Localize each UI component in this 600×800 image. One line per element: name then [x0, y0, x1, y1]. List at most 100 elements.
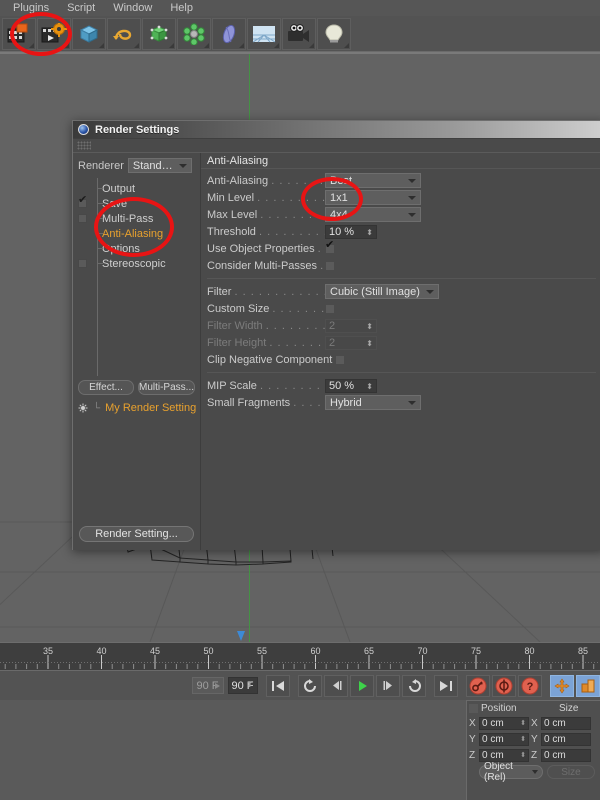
coordinates-panel: Position Size X 0 cm ⬍ X 0 cm Y 0 cm ⬍ Y…	[466, 700, 600, 800]
dialog-title: Render Settings	[95, 123, 180, 136]
menu-item-window[interactable]: Window	[104, 0, 161, 16]
position-y-input[interactable]: 0 cm ⬍	[479, 732, 529, 746]
render-settings-icon[interactable]	[37, 17, 71, 50]
tree-item-label: Anti-Aliasing	[102, 227, 164, 240]
spinner-icon[interactable]: ⬍	[246, 680, 253, 689]
position-y-value: 0 cm	[482, 733, 504, 745]
step-back-button[interactable]	[324, 674, 348, 697]
filter-dropdown[interactable]: Cubic (Still Image)	[325, 284, 439, 299]
camera-icon[interactable]	[282, 17, 316, 50]
position-x-value: 0 cm	[482, 717, 504, 729]
tree-item-multi-pass[interactable]: Multi-Pass	[73, 211, 200, 226]
effect-button[interactable]: Effect...	[78, 380, 134, 395]
tree-checkbox[interactable]	[78, 195, 87, 208]
loop-button[interactable]	[402, 674, 426, 697]
size-y-input[interactable]: 0 cm	[541, 732, 591, 746]
menu-item-help[interactable]: Help	[161, 0, 202, 16]
list-item[interactable]: └ My Render Setting	[73, 401, 200, 415]
axis-label-y: Y	[469, 733, 476, 745]
threshold-input[interactable]: 10 % ⬍	[325, 224, 377, 239]
tree-checkbox[interactable]	[78, 214, 87, 223]
render-view-icon[interactable]	[2, 17, 36, 50]
size-z-input[interactable]: 0 cm	[541, 748, 591, 762]
record-keyframe-button[interactable]	[466, 674, 490, 697]
floor-environment-icon[interactable]	[247, 17, 281, 50]
app-icon	[78, 124, 89, 135]
consider-multi-passes-checkbox[interactable]	[325, 260, 335, 271]
tree-checkbox[interactable]	[78, 244, 87, 253]
property-label: Threshold . . . . . . . . . . . . .	[207, 225, 325, 238]
small-fragments-dropdown[interactable]: Hybrid	[325, 395, 421, 410]
dialog-title-bar[interactable]: Render Settings	[73, 121, 600, 139]
coordinates-footer: Object (Rel) Size	[467, 761, 600, 783]
spinner-icon[interactable]: ⬍	[520, 735, 526, 743]
step-forward-button[interactable]	[376, 674, 400, 697]
size-x-input[interactable]: 0 cm	[541, 716, 591, 730]
menu-item-plugins[interactable]: Plugins	[4, 0, 58, 16]
svg-text:40: 40	[96, 646, 106, 656]
position-key-toggle[interactable]	[550, 674, 574, 697]
spinner-icon[interactable]: ⬍	[520, 751, 526, 759]
tree-item-stereoscopic[interactable]: Stereoscopic	[73, 256, 200, 271]
tree-item-options[interactable]: Options	[73, 241, 200, 256]
transport-bar: 90 F 90 F ⬍ ?	[0, 670, 600, 700]
render-setting-icon	[78, 403, 88, 413]
multi-pass-button[interactable]: Multi-Pass...	[137, 380, 195, 395]
tree-item-save[interactable]: Save	[73, 195, 200, 211]
spline-icon[interactable]	[107, 17, 141, 50]
mip-scale-input[interactable]: 50 % ⬍	[325, 378, 377, 393]
tree-checkbox[interactable]	[78, 259, 87, 268]
menu-item-script[interactable]: Script	[58, 0, 104, 16]
anti-aliasing-dropdown[interactable]: Best	[325, 173, 421, 188]
autokeying-button[interactable]	[492, 674, 516, 697]
render-setting-button[interactable]: Render Setting...	[79, 526, 194, 542]
play-button[interactable]	[350, 674, 374, 697]
grip-dots-icon[interactable]	[77, 141, 91, 150]
max-level-dropdown[interactable]: 4x4	[325, 207, 421, 222]
array-object-icon[interactable]	[177, 17, 211, 50]
tree-item-anti-aliasing[interactable]: Anti-Aliasing	[73, 226, 200, 241]
tree-item-output[interactable]: Output	[73, 181, 200, 196]
property-label: Filter Width . . . . . . . . . . .	[207, 319, 325, 332]
min-level-dropdown[interactable]: 1x1	[325, 190, 421, 205]
axis-label-z: Z	[469, 749, 476, 761]
clip-negative-component-checkbox[interactable]	[335, 354, 345, 365]
go-to-start-button[interactable]	[266, 674, 290, 697]
property-label: Min Level . . . . . . . . . . . .	[207, 191, 325, 204]
axis-label-x: X	[531, 717, 538, 729]
coordinate-mode-dropdown[interactable]: Object (Rel)	[479, 761, 543, 783]
current-frame-field[interactable]: 90 F ⬍	[227, 677, 258, 694]
scale-key-toggle[interactable]	[576, 674, 600, 697]
size-z-value: 0 cm	[544, 749, 566, 761]
spinner-icon[interactable]: ⬍	[366, 227, 373, 238]
deformer-icon[interactable]	[212, 17, 246, 50]
property-row-threshold: Threshold . . . . . . . . . . . . . 10 %…	[207, 224, 596, 239]
keyframe-selection-button[interactable]: ?	[518, 674, 542, 697]
axis-label-x: X	[469, 717, 476, 729]
chevron-down-icon	[408, 178, 416, 183]
apply-size-button[interactable]: Size	[547, 765, 595, 779]
hypernurbs-icon[interactable]	[142, 17, 176, 50]
custom-size-checkbox[interactable]	[325, 303, 335, 314]
light-icon[interactable]	[317, 17, 351, 50]
renderer-dropdown[interactable]: Standard	[127, 158, 192, 173]
spinner-icon[interactable]: ⬍	[520, 719, 526, 727]
tree-checkbox[interactable]	[78, 229, 87, 238]
render-settings-dialog[interactable]: Render Settings Renderer Standard Output	[72, 120, 600, 550]
position-z-input[interactable]: 0 cm ⬍	[479, 748, 529, 762]
go-to-end-button[interactable]	[434, 674, 458, 697]
playhead-marker[interactable]	[236, 631, 245, 641]
cube-primitive-icon[interactable]	[72, 17, 106, 50]
chevron-down-icon	[408, 212, 416, 217]
use-object-properties-checkbox[interactable]	[325, 240, 335, 254]
play-backwards-button[interactable]	[298, 674, 322, 697]
coordinate-row-z: Z 0 cm ⬍ Z 0 cm	[467, 747, 600, 763]
spinner-icon[interactable]: ⬍	[366, 381, 373, 392]
tree-checkbox[interactable]	[78, 184, 87, 193]
range-end-field[interactable]: 90 F	[192, 677, 224, 694]
dialog-grip-bar[interactable]	[73, 139, 600, 153]
property-row-filter: Filter . . . . . . . . . . . . . . Cubic…	[207, 284, 596, 299]
grip-dots-icon[interactable]	[469, 703, 478, 713]
timeline-ruler[interactable]: 35 40 45 50 55 60 65 70 75 80 85	[0, 631, 600, 671]
position-x-input[interactable]: 0 cm ⬍	[479, 716, 529, 730]
